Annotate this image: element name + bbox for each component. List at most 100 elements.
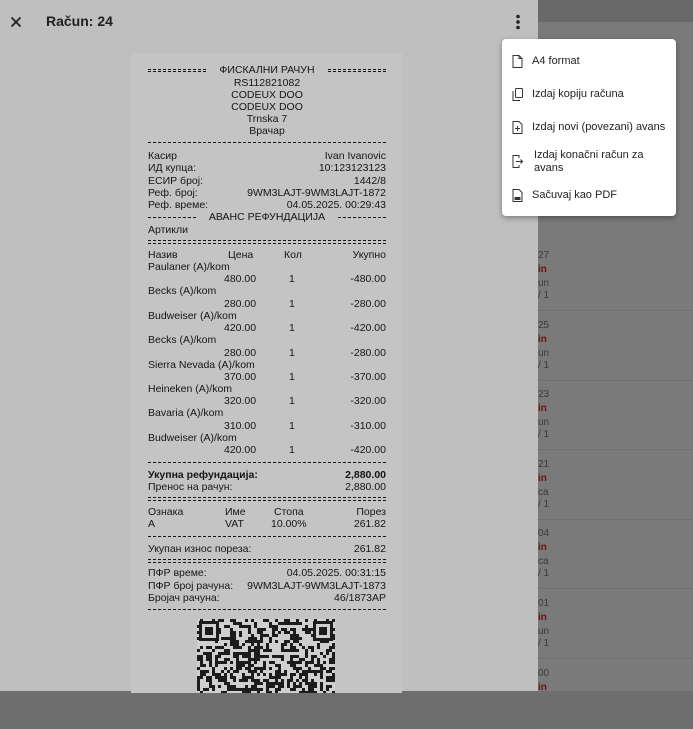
background-list-row: 27 in un/ 1 [538, 244, 693, 311]
menu-item-label: Izdaj kopiju računa [532, 88, 624, 100]
title-divider-right [328, 69, 386, 72]
item-total: -370.00 [350, 371, 386, 383]
info-row: Реф. време: 04.05.2025. 00:29:43 [148, 199, 386, 211]
receipt-title-line: ФИСКАЛНИ РАЧУН [148, 64, 386, 76]
item-total: -280.00 [350, 297, 386, 310]
pfr-label: ПФР време: [148, 567, 207, 579]
item-values-row: 280.00 1 -280.00 [148, 347, 386, 359]
pfr-value: 46/1873АР [334, 592, 386, 604]
menu-item-label: Izdaj konačni račun za avans [534, 149, 644, 174]
menu-item-final-invoice[interactable]: Izdaj konačni račun za avans [502, 147, 676, 175]
background-row-text: 00 [538, 667, 550, 679]
divider [148, 609, 386, 610]
info-value: Ivan Ivanovic [324, 150, 386, 162]
background-row-text: / 1 [538, 429, 550, 441]
item-name: Bavaria (A)/kom [148, 407, 224, 420]
item-qty: 1 [289, 395, 295, 408]
info-value: 10:123123123 [318, 162, 386, 174]
options-menu: A4 format Izdaj kopiju računa Izdaj novi… [502, 39, 676, 216]
info-value: 1442/8 [353, 175, 386, 187]
pdf-icon [512, 189, 523, 202]
background-top-bar [538, 0, 693, 22]
tax-col-label: Ознака [148, 506, 184, 518]
item-total: -480.00 [350, 273, 386, 286]
menu-item-a4-format[interactable]: A4 format [502, 53, 676, 69]
info-value: 04.05.2025. 00:29:43 [286, 199, 386, 211]
tax-total-label: Укупан износ пореза: [148, 543, 252, 555]
divider [148, 142, 386, 143]
info-row: Реф. број: 9WM3LAJT-9WM3LAJT-1872 [148, 187, 386, 199]
close-icon [10, 16, 22, 28]
item-total: -420.00 [350, 322, 386, 335]
item-price: 420.00 [224, 322, 257, 335]
total-value: 2,880.00 [345, 469, 386, 481]
transfer-value: 2,880.00 [345, 481, 386, 493]
receipt-title: ФИСКАЛНИ РАЧУН [219, 64, 315, 76]
background-row-text: 23 [538, 389, 550, 401]
close-button[interactable] [6, 12, 26, 32]
menu-item-save-pdf[interactable]: Sačuvaj kao PDF [502, 187, 676, 203]
page-title: Račun: 24 [46, 13, 113, 29]
pfr-value: 04.05.2025. 00:31:15 [286, 567, 386, 579]
menu-item-label: Sačuvaj kao PDF [532, 189, 617, 201]
total-label: Укупна рефундација: [148, 469, 258, 481]
title-divider-left [148, 69, 206, 72]
item-name: Becks (A)/kom [148, 285, 217, 298]
receipt-panel: Račun: 24 ФИСКАЛНИ РАЧУН RS112821082 COD… [0, 0, 538, 693]
receipt-municipality: Врачар [249, 125, 285, 137]
divider [148, 462, 386, 463]
menu-item-copy-invoice[interactable]: Izdaj kopiju računa [502, 86, 676, 102]
double-divider [148, 240, 386, 244]
item-total: -310.00 [350, 419, 386, 432]
item-name: Paulaner (A)/kom [148, 261, 230, 273]
tax-row: A VAT 10.00% 261.82 [148, 518, 386, 530]
item-values-row: 370.00 1 -370.00 [148, 371, 386, 383]
item-qty: 1 [289, 297, 295, 310]
item-qty: 1 [289, 273, 295, 286]
tax-col-name: Име [225, 506, 246, 518]
copy-icon [512, 88, 523, 101]
item-values-row: 280.00 1 -280.00 [148, 298, 386, 310]
info-label: Реф. број: [148, 187, 198, 199]
pfr-label: Бројач рачуна: [148, 592, 220, 604]
background-row-text: in [538, 403, 547, 415]
transfer-row: Пренос на рачун: 2,880.00 [148, 481, 386, 493]
tax-col-amount: Порез [356, 506, 386, 518]
item-price: 310.00 [224, 419, 257, 432]
menu-item-label: Izdaj novi (povezani) avans [532, 121, 666, 133]
qr-code [197, 619, 335, 693]
item-total: -320.00 [350, 395, 386, 408]
pfr-value: 9WM3LAJT-9WM3LAJT-1873 [247, 580, 386, 592]
item-name: Sierra Nevada (A)/kom [148, 358, 255, 371]
total-row: Укупна рефундација: 2,880.00 [148, 469, 386, 481]
type-divider-left [148, 217, 196, 218]
item-price: 370.00 [224, 371, 257, 383]
pfr-row: ПФР време: 04.05.2025. 00:31:15 [148, 567, 386, 579]
more-options-button[interactable] [508, 12, 528, 32]
background-list-row: 00 in [538, 662, 693, 729]
menu-item-new-advance[interactable]: Izdaj novi (povezani) avans [502, 119, 676, 135]
info-label: Касир [148, 150, 177, 162]
background-row-text: / 1 [538, 638, 550, 649]
background-row-text: 27 [538, 250, 550, 261]
item-qty: 1 [289, 322, 295, 335]
item-values-row: 310.00 1 -310.00 [148, 420, 386, 432]
file-plus-icon [512, 121, 523, 134]
background-list-row: 01 in un/ 1 [538, 592, 693, 659]
receipt-type: АВАНС РЕФУНДАЦИЈА [208, 211, 326, 223]
background-row-text: 21 [538, 458, 550, 470]
item-qty: 1 [289, 444, 295, 457]
tax-rate: 10.00% [271, 518, 307, 530]
background-row-text: un [538, 626, 550, 637]
transfer-label: Пренос на рачун: [148, 481, 233, 493]
item-qty: 1 [289, 371, 295, 383]
background-row-text: un [538, 347, 550, 359]
double-divider [148, 559, 386, 563]
background-list-row: 21 in ca/ 1 [538, 453, 693, 520]
background-row-text: 01 [538, 598, 550, 609]
item-price: 480.00 [224, 273, 257, 286]
item-name: Budweiser (A)/kom [148, 431, 237, 444]
item-total: -280.00 [350, 346, 386, 359]
panel-header: Račun: 24 [0, 0, 538, 44]
col-qty: Кол [284, 249, 302, 261]
